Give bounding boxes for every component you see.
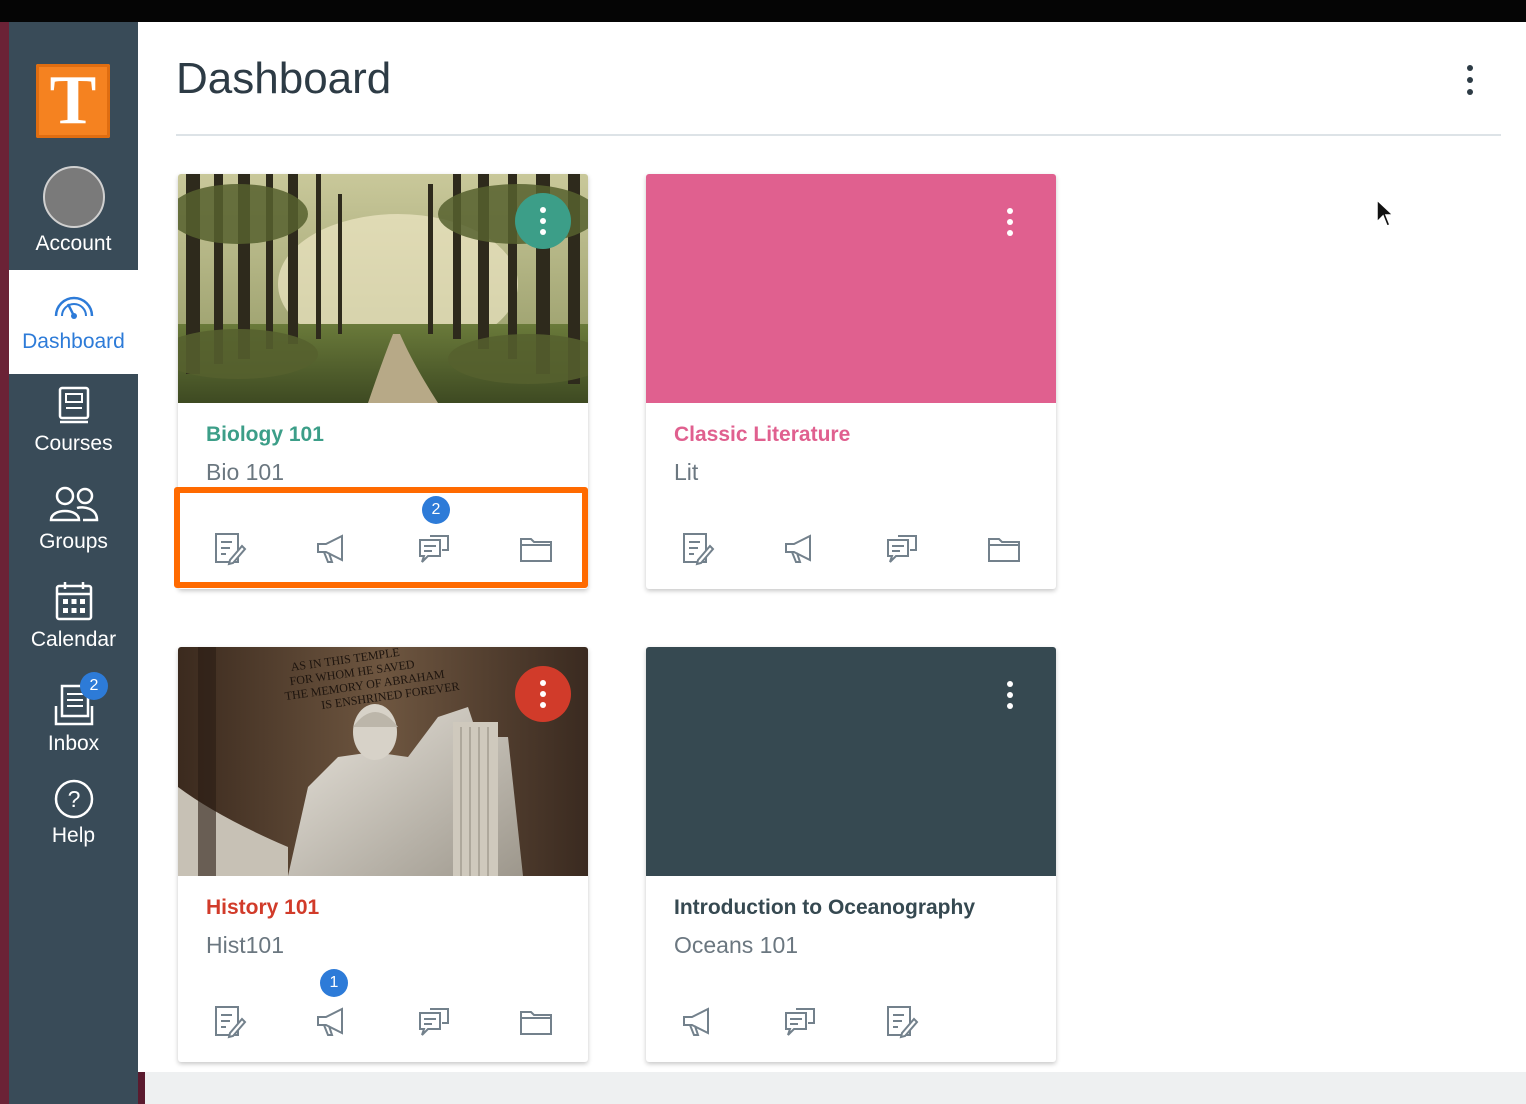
card-options-kebab-icon[interactable] <box>515 666 571 722</box>
calendar-icon <box>55 582 92 621</box>
discussions-icon[interactable] <box>782 1003 818 1039</box>
avatar <box>42 166 105 228</box>
assignments-icon[interactable] <box>884 1003 920 1039</box>
card-action-icons <box>646 999 1056 1043</box>
courses-book-icon <box>58 386 89 424</box>
course-code: Oceans 101 <box>674 932 799 958</box>
help-question-icon: ? <box>54 779 93 819</box>
highlight-annotation-box <box>174 487 588 588</box>
announcements-icon[interactable] <box>782 530 818 566</box>
course-card-oceanography[interactable]: Introduction to Oceanography Oceans 101 <box>646 647 1056 1062</box>
card-action-icons: 1 <box>178 969 588 1043</box>
assignments-icon[interactable] <box>680 530 716 566</box>
nav-groups[interactable]: Groups <box>9 484 138 574</box>
nav-calendar-label: Calendar <box>30 628 117 651</box>
nav-help-label: Help <box>51 824 96 847</box>
announcements-unread-badge: 1 <box>320 969 348 997</box>
nav-courses[interactable]: Courses <box>9 386 138 476</box>
course-code: Lit <box>674 459 699 485</box>
announcements-icon[interactable]: 1 <box>314 969 350 1039</box>
nav-inbox[interactable]: 2 Inbox <box>9 672 138 772</box>
course-name[interactable]: History 101 <box>206 896 319 920</box>
card-options-kebab-icon[interactable] <box>515 193 571 249</box>
course-code: Hist101 <box>206 932 284 958</box>
nav-courses-label: Courses <box>34 432 113 455</box>
nav-groups-label: Groups <box>39 530 108 553</box>
groups-people-icon <box>49 486 98 522</box>
global-navigation: T Account Dashboard Courses Groups Calen… <box>9 22 138 1104</box>
course-name[interactable]: Introduction to Oceanography <box>674 896 975 920</box>
card-hero-forest-path-image[interactable] <box>178 174 588 403</box>
svg-text:?: ? <box>67 786 80 812</box>
card-action-icons <box>646 526 1056 570</box>
course-name[interactable]: Classic Literature <box>674 423 850 447</box>
header-divider <box>176 134 1501 136</box>
files-icon[interactable] <box>986 530 1022 566</box>
card-options-kebab-icon[interactable] <box>998 675 1022 715</box>
dashboard-options-kebab-icon[interactable] <box>1458 62 1482 98</box>
logo-letter: T <box>49 62 97 139</box>
assignments-icon[interactable] <box>212 1003 248 1039</box>
card-hero[interactable] <box>646 174 1056 403</box>
nav-dashboard[interactable]: Dashboard <box>9 270 138 374</box>
nav-calendar[interactable]: Calendar <box>9 580 138 676</box>
course-code: Bio 101 <box>206 459 285 485</box>
course-name[interactable]: Biology 101 <box>206 423 324 447</box>
course-card-history[interactable]: AS IN THIS TEMPLE FOR WHOM HE SAVED THE … <box>178 647 588 1062</box>
nav-dashboard-label: Dashboard <box>22 330 125 353</box>
dashboard-gauge-icon <box>54 296 93 319</box>
university-logo[interactable]: T <box>36 64 110 138</box>
course-card-literature[interactable]: Classic Literature Lit <box>646 174 1056 589</box>
page-title: Dashboard <box>176 54 392 103</box>
nav-help[interactable]: ? Help <box>9 778 138 874</box>
mouse-cursor-icon <box>1376 198 1395 227</box>
nav-inbox-label: Inbox <box>47 732 100 755</box>
nav-account-label: Account <box>35 232 112 255</box>
announcements-icon[interactable] <box>680 1003 716 1039</box>
discussions-icon[interactable] <box>416 1003 452 1039</box>
window-top-bar <box>0 0 1526 22</box>
card-hero[interactable] <box>646 647 1056 876</box>
nav-account[interactable]: Account <box>9 166 138 270</box>
card-hero-lincoln-memorial-image[interactable]: AS IN THIS TEMPLE FOR WHOM HE SAVED THE … <box>178 647 588 876</box>
card-options-kebab-icon[interactable] <box>998 202 1022 242</box>
bottom-scroll-area <box>145 1072 1526 1104</box>
files-icon[interactable] <box>518 1003 554 1039</box>
discussions-icon[interactable] <box>884 530 920 566</box>
inbox-unread-badge: 2 <box>80 672 108 700</box>
window-frame <box>0 22 9 1104</box>
